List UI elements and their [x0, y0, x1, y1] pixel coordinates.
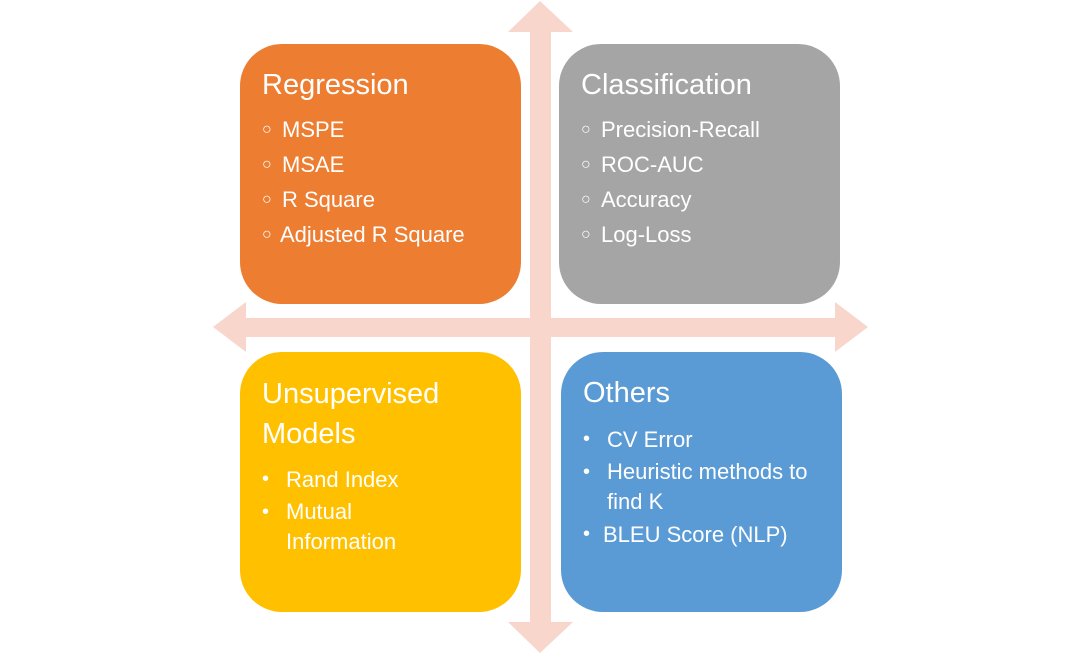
- regression-quadrant: Regression ○ MSPE ○ MSAE ○ R Square ○ Adjust…: [240, 44, 521, 304]
- bullet-dot-icon: •: [262, 501, 270, 523]
- circle-bullet-icon: ○: [581, 156, 591, 173]
- classification-quadrant: Classification ○ Precision-Recall ○ ROC-AU…: [559, 44, 840, 304]
- unsupervised-quadrant: Unsupervised Models • Rand Index • Mutual …: [240, 352, 521, 612]
- list-item: • BLEU Score (NLP): [583, 517, 842, 552]
- circle-bullet-icon: ○: [581, 226, 591, 243]
- bullet-dot-icon: •: [583, 523, 591, 545]
- unsupervised-metrics-list: • Rand Index • Mutual Information: [262, 462, 521, 557]
- list-item: • Heuristic methods to find K: [583, 457, 823, 517]
- circle-bullet-icon: ○: [262, 156, 272, 173]
- classification-metrics-list: ○ Precision-Recall ○ ROC-AUC ○ Accuracy ○ Lo…: [581, 112, 840, 252]
- circle-bullet-icon: ○: [581, 191, 591, 208]
- list-item: ○ ROC-AUC: [581, 147, 840, 182]
- bullet-dot-icon: •: [583, 461, 591, 483]
- circle-bullet-icon: ○: [262, 226, 272, 243]
- classification-title: Classification: [581, 69, 752, 101]
- circle-bullet-icon: ○: [262, 191, 272, 208]
- list-item: ○ R Square: [262, 182, 521, 217]
- others-quadrant: Others • CV Error • Heuristic methods to f…: [561, 352, 842, 612]
- arrow-right-icon: [835, 302, 868, 352]
- circle-bullet-icon: ○: [262, 121, 272, 138]
- regression-title: Regression: [262, 69, 409, 101]
- others-title: Others: [583, 377, 671, 409]
- arrow-up-icon: [508, 1, 573, 32]
- list-item: ○ MSPE: [262, 112, 521, 147]
- arrow-down-icon: [508, 622, 573, 653]
- horizontal-axis-shaft: [240, 318, 841, 337]
- arrow-left-icon: [213, 302, 246, 352]
- list-item: • Mutual Information: [262, 497, 432, 557]
- bullet-dot-icon: •: [262, 468, 270, 490]
- regression-metrics-list: ○ MSPE ○ MSAE ○ R Square ○ Adjusted R Square: [262, 112, 521, 252]
- list-item: • CV Error: [583, 422, 842, 457]
- quadrant-axes: [213, 1, 868, 653]
- bullet-dot-icon: •: [583, 428, 591, 450]
- list-item: ○ Adjusted R Square: [262, 217, 521, 252]
- others-metrics-list: • CV Error • Heuristic methods to find K •…: [583, 422, 842, 552]
- unsupervised-title: Unsupervised Models: [262, 378, 440, 450]
- list-item: ○ Precision-Recall: [581, 112, 840, 147]
- circle-bullet-icon: ○: [581, 121, 591, 138]
- list-item: • Rand Index: [262, 462, 521, 497]
- list-item: ○ Log-Loss: [581, 217, 840, 252]
- list-item: ○ Accuracy: [581, 182, 840, 217]
- list-item: ○ MSAE: [262, 147, 521, 182]
